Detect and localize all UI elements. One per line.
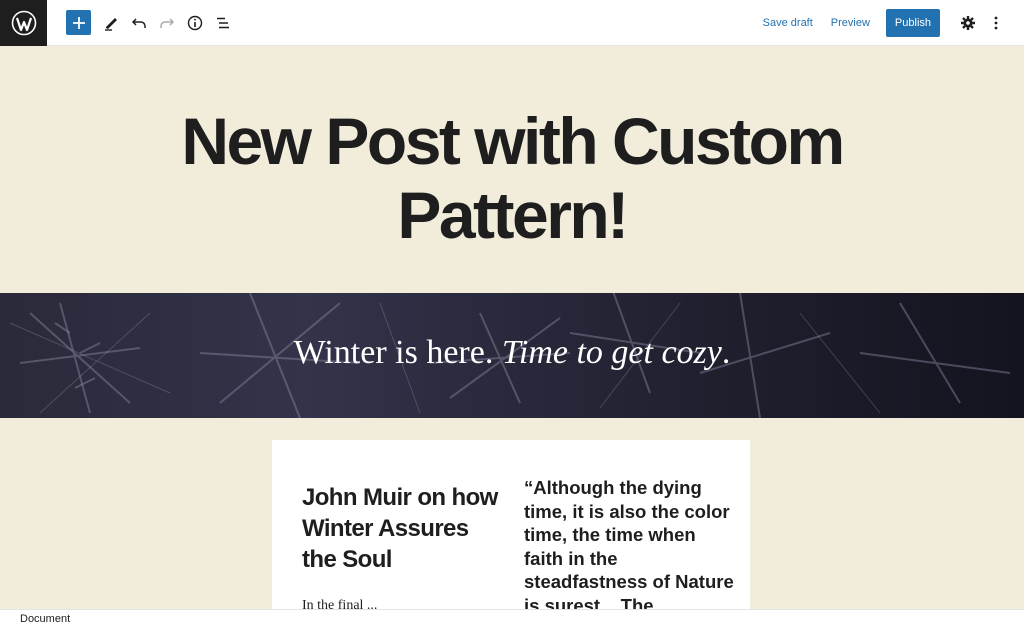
details-button[interactable] (181, 9, 209, 37)
pull-quote[interactable]: “Although the dying time, it is also the… (524, 476, 734, 609)
cover-text-end: . (721, 334, 731, 371)
settings-button[interactable] (954, 9, 982, 37)
column-heading[interactable]: John Muir on how Winter Assures the Soul (302, 482, 502, 575)
redo-icon (160, 17, 175, 28)
column-paragraph[interactable]: In the final ... (302, 598, 492, 609)
editor-tools-group (66, 9, 237, 37)
tools-button[interactable] (97, 9, 125, 37)
undo-icon (131, 17, 146, 28)
vertical-ellipsis-icon (994, 16, 998, 29)
columns-block[interactable]: John Muir on how Winter Assures the Soul… (272, 440, 750, 609)
breadcrumb-document[interactable]: Document (20, 613, 70, 625)
gear-icon (961, 15, 975, 30)
redo-button[interactable] (153, 9, 181, 37)
editor-canvas[interactable]: New Post with Custom Pattern! Winter is … (0, 46, 1024, 609)
cover-text-italic: Time to get cozy (501, 334, 722, 371)
publish-button[interactable]: Publish (885, 8, 940, 37)
list-view-button[interactable] (209, 9, 237, 37)
cover-heading[interactable]: Winter is here. Time to get cozy. (0, 331, 1024, 375)
info-icon (187, 15, 203, 30)
undo-button[interactable] (125, 9, 153, 37)
options-button[interactable] (982, 9, 1010, 37)
cover-text-plain: Winter is here. (293, 334, 494, 371)
save-draft-button[interactable]: Save draft (754, 0, 822, 46)
list-view-icon (217, 17, 229, 28)
editor-header-settings: Save draft Preview Publish (754, 0, 1024, 46)
post-title[interactable]: New Post with Custom Pattern! (112, 104, 912, 252)
cover-block[interactable]: Winter is here. Time to get cozy. (0, 293, 1024, 418)
plus-icon (72, 16, 85, 29)
pencil-icon (105, 17, 117, 31)
wordpress-logo-icon (11, 10, 36, 35)
block-inserter-button[interactable] (66, 10, 91, 35)
block-breadcrumb-bar: Document (0, 609, 1024, 627)
preview-button[interactable]: Preview (822, 0, 879, 46)
editor-header-toolbar: Save draft Preview Publish (0, 0, 1024, 46)
wordpress-logo-button[interactable] (0, 0, 47, 46)
